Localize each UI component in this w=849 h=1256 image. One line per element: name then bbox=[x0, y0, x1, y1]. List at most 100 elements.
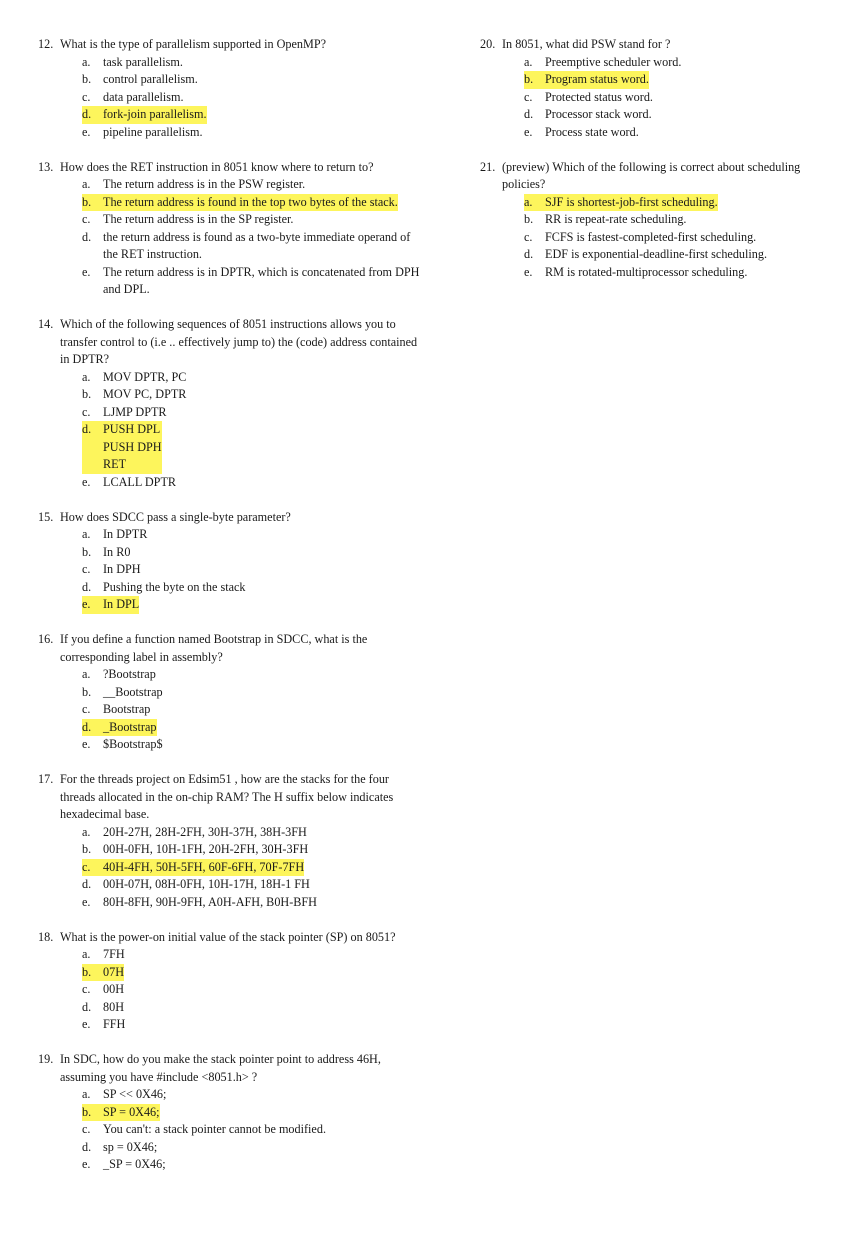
answer-option: c. 00H bbox=[82, 981, 420, 999]
option-text: 80H bbox=[103, 999, 124, 1014]
option-text: SP = 0X46; bbox=[103, 1103, 160, 1121]
question-stem: 21. (preview) Which of the following is c… bbox=[480, 159, 836, 194]
option-text: FFH bbox=[103, 1017, 126, 1031]
option-text: 07H bbox=[103, 963, 124, 981]
answer-option: a. Preemptive scheduler word. bbox=[524, 54, 836, 72]
answer-option: a. 7FH bbox=[82, 946, 420, 964]
answer-option: e. pipeline parallelism. bbox=[82, 124, 420, 142]
option-label: b. bbox=[524, 71, 545, 89]
option-label: a. bbox=[82, 667, 91, 681]
left-column: 12. What is the type of parallelism suppo… bbox=[38, 36, 420, 1191]
question-text: What is the type of parallelism supporte… bbox=[60, 37, 327, 51]
option-text: You can't: a stack pointer cannot be mod… bbox=[103, 1122, 326, 1136]
option-label: d. bbox=[82, 877, 92, 891]
option-text: $Bootstrap$ bbox=[103, 737, 163, 751]
question-21: 21. (preview) Which of the following is c… bbox=[480, 159, 836, 282]
answer-option: b. RR is repeat-rate scheduling. bbox=[524, 211, 836, 229]
question-number: 21. bbox=[480, 159, 496, 174]
option-label: c. bbox=[524, 89, 533, 104]
option-label: d. bbox=[524, 107, 534, 121]
option-label: e. bbox=[82, 1157, 91, 1171]
option-text: fork-join parallelism. bbox=[103, 106, 207, 124]
answer-option-highlighted: d. PUSH DPL PUSH DPH RET bbox=[82, 421, 420, 474]
answer-option: d. EDF is exponential-deadline-first sche… bbox=[524, 246, 836, 264]
answer-option: a. ?Bootstrap bbox=[82, 666, 420, 684]
option-text: 7FH bbox=[103, 947, 125, 961]
answer-option: c. LJMP DPTR bbox=[82, 404, 420, 422]
option-text: In DPH bbox=[103, 562, 141, 576]
question-number: 13. bbox=[38, 159, 54, 174]
right-column: 20. In 8051, what did PSW stand for ? a. Pr… bbox=[480, 36, 836, 299]
option-text: the return address is found as a two-byt… bbox=[103, 229, 414, 262]
answer-option: d. sp = 0X46; bbox=[82, 1139, 420, 1157]
option-text: _SP = 0X46; bbox=[103, 1157, 166, 1171]
question-text: In 8051, what did PSW stand for ? bbox=[502, 37, 671, 51]
option-text: sp = 0X46; bbox=[103, 1139, 158, 1154]
question-number: 18. bbox=[38, 929, 54, 944]
option-text: data parallelism. bbox=[103, 89, 184, 104]
answer-option: b. 00H-0FH, 10H-1FH, 20H-2FH, 30H-3FH bbox=[82, 841, 420, 859]
option-text: 40H-4FH, 50H-5FH, 60F-6FH, 70F-7FH bbox=[103, 858, 305, 876]
option-label: c. bbox=[82, 89, 91, 104]
option-text: SP << 0X46; bbox=[103, 1087, 167, 1101]
question-16: 16. If you define a function named Bootst… bbox=[38, 631, 420, 754]
question-19: 19. In SDC, how do you make the stack poi… bbox=[38, 1051, 420, 1174]
option-text: Process state word. bbox=[545, 124, 639, 139]
question-stem: 13. How does the RET instruction in 8051 … bbox=[38, 159, 420, 177]
option-label: e. bbox=[82, 474, 91, 489]
option-label: a. bbox=[82, 824, 91, 839]
answer-option: c. In DPH bbox=[82, 561, 420, 579]
option-text: Program status word. bbox=[545, 71, 649, 89]
option-text: FCFS is fastest-completed-first scheduli… bbox=[545, 229, 757, 244]
question-text: In SDC, how do you make the stack pointe… bbox=[60, 1052, 381, 1084]
option-label: b. bbox=[82, 1103, 103, 1121]
option-label: d. bbox=[82, 1139, 92, 1154]
answer-option: c. Protected status word. bbox=[524, 89, 836, 107]
option-text: __Bootstrap bbox=[103, 684, 163, 699]
answer-option: a. MOV DPTR, PC bbox=[82, 369, 420, 387]
question-17: 17. For the threads project on Edsim51 , … bbox=[38, 771, 420, 911]
answer-option: c. FCFS is fastest-completed-first schedu… bbox=[524, 229, 836, 247]
option-text: The return address is in DPTR, which is … bbox=[103, 264, 423, 297]
option-text: SJF is shortest-job-first scheduling. bbox=[545, 193, 718, 211]
answer-option-highlighted: e. In DPL bbox=[82, 596, 420, 614]
option-label: b. bbox=[82, 387, 92, 401]
question-number: 19. bbox=[38, 1052, 54, 1066]
answer-option: a. SP << 0X46; bbox=[82, 1086, 420, 1104]
option-label: a. bbox=[82, 54, 91, 69]
answer-option-highlighted: b. SP = 0X46; bbox=[82, 1103, 420, 1121]
answer-option-highlighted: b. 07H bbox=[82, 963, 420, 981]
option-text: MOV DPTR, PC bbox=[103, 369, 187, 384]
answer-option: c. data parallelism. bbox=[82, 89, 420, 107]
answer-option: d. Processor stack word. bbox=[524, 106, 836, 124]
answer-option: a. The return address is in the PSW regis… bbox=[82, 176, 420, 194]
question-text: If you define a function named Bootstrap… bbox=[60, 632, 368, 664]
option-label: e. bbox=[82, 264, 91, 279]
answer-option: b. In R0 bbox=[82, 544, 420, 562]
option-text: MOV PC, DPTR bbox=[103, 387, 187, 401]
option-text: 20H-27H, 28H-2FH, 30H-37H, 38H-3FH bbox=[103, 824, 307, 839]
option-text: 80H-8FH, 90H-9FH, A0H-AFH, B0H-BFH bbox=[103, 894, 317, 909]
option-text: The return address is found in the top t… bbox=[103, 193, 398, 211]
option-label: b. bbox=[82, 72, 92, 86]
question-13: 13. How does the RET instruction in 8051 … bbox=[38, 159, 420, 299]
option-label: d. bbox=[82, 579, 92, 594]
question-text: For the threads project on Edsim51 , how… bbox=[60, 772, 394, 821]
option-label: e. bbox=[82, 124, 91, 139]
option-label: c. bbox=[82, 702, 91, 716]
answer-option: d. 80H bbox=[82, 999, 420, 1017]
option-label: c. bbox=[82, 562, 91, 576]
option-label: d. bbox=[82, 421, 103, 474]
option-text: In R0 bbox=[103, 544, 131, 559]
option-label: c. bbox=[82, 1122, 91, 1136]
option-text: Processor stack word. bbox=[545, 107, 652, 121]
question-stem: 12. What is the type of parallelism suppo… bbox=[38, 36, 420, 54]
option-text: Bootstrap bbox=[103, 702, 151, 716]
question-number: 16. bbox=[38, 632, 54, 646]
question-14: 14. Which of the following sequences of 8… bbox=[38, 316, 420, 491]
option-label: a. bbox=[82, 369, 91, 384]
question-text: (preview) Which of the following is corr… bbox=[502, 159, 801, 192]
option-text: Pushing the byte on the stack bbox=[103, 579, 246, 594]
option-text: LCALL DPTR bbox=[103, 474, 177, 489]
option-label: e. bbox=[82, 737, 91, 751]
